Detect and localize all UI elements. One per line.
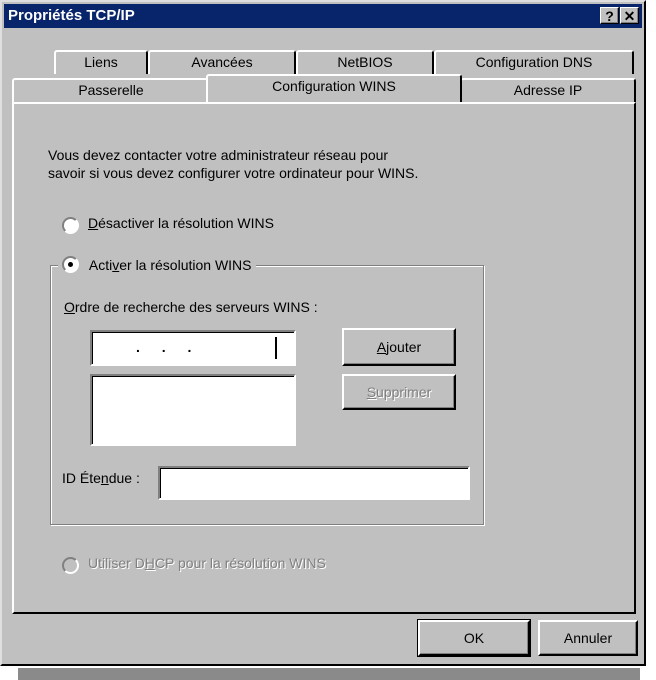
label-part: ésactiver la résolution WINS (98, 215, 274, 231)
radio-dot (68, 262, 73, 267)
mnemonic: A (376, 339, 387, 355)
disable-wins-label[interactable]: Désactiver la résolution WINS (88, 215, 274, 231)
label-part: jouter (386, 339, 422, 355)
add-button[interactable]: Ajouter (342, 328, 456, 366)
mnemonic: H (144, 555, 155, 571)
disable-wins-radio[interactable] (62, 217, 79, 234)
enable-wins-radio[interactable] (62, 256, 79, 273)
wins-server-ip-input[interactable]: . . . (90, 330, 296, 366)
wins-server-list[interactable] (90, 374, 296, 446)
intro-line-1: Vous devez contacter votre administrateu… (48, 147, 389, 163)
tab-adresse-ip[interactable]: Adresse IP (460, 78, 636, 102)
intro-line-2: savoir si vous devez configurer votre or… (48, 165, 419, 181)
remove-button: Supprimer (342, 374, 456, 410)
tab-label: Configuration DNS (475, 54, 593, 70)
tab-passerelle[interactable]: Passerelle (12, 78, 210, 102)
tab-liens[interactable]: Liens (54, 50, 148, 74)
label-part: Utiliser D (88, 555, 145, 571)
intro-text: Vous devez contacter votre administrateu… (48, 146, 418, 182)
cancel-button[interactable]: Annuler (538, 620, 638, 656)
label-part: ID Éte (62, 470, 101, 486)
tab-label: Configuration WINS (272, 78, 396, 94)
scope-id-input[interactable] (158, 466, 470, 500)
tab-configuration-dns[interactable]: Configuration DNS (434, 50, 634, 74)
label-part: CP pour la résolution WINS (154, 555, 326, 571)
window-shadow (18, 668, 640, 680)
mnemonic: D (88, 215, 99, 231)
mnemonic: n (100, 470, 109, 486)
tab-label: Avancées (191, 54, 253, 70)
scope-id-label: ID Étendue : (62, 470, 140, 486)
title-bar: Propriétés TCP/IP ? ✕ (4, 4, 642, 28)
tab-netbios[interactable]: NetBIOS (296, 50, 434, 74)
button-label: OK (463, 630, 485, 646)
dhcp-wins-radio (62, 557, 79, 574)
mnemonic: S (366, 384, 377, 400)
close-icon: ✕ (623, 8, 636, 24)
tab-configuration-wins[interactable]: Configuration WINS (206, 74, 462, 102)
close-button[interactable]: ✕ (620, 7, 639, 24)
ok-button[interactable]: OK (417, 619, 531, 657)
enable-wins-label[interactable]: Activer la résolution WINS (83, 257, 252, 273)
help-icon: ? (605, 8, 614, 24)
tab-label: Liens (84, 54, 118, 70)
label-part: rdre de recherche des serveurs WINS : (74, 299, 318, 315)
mnemonic: O (64, 299, 75, 315)
button-label: Annuler (563, 630, 613, 646)
label-part: Acti (88, 257, 113, 273)
window-title: Propriétés TCP/IP (8, 7, 135, 24)
label-part: er la résolution WINS (119, 257, 252, 273)
tab-label: Adresse IP (513, 82, 583, 98)
tab-avancees[interactable]: Avancées (148, 50, 296, 74)
enable-wins-legend: Activer la résolution WINS (58, 256, 256, 274)
label-part: due : (108, 470, 140, 486)
text-cursor (275, 337, 277, 359)
server-order-label: Ordre de recherche des serveurs WINS : (64, 299, 318, 315)
help-button[interactable]: ? (600, 7, 619, 24)
label-part: upprimer (376, 384, 432, 400)
dhcp-wins-label: Utiliser DHCP pour la résolution WINS (88, 555, 326, 571)
ip-separators: . . . (136, 339, 201, 355)
tab-label: NetBIOS (337, 54, 393, 70)
tab-label: Passerelle (78, 82, 144, 98)
